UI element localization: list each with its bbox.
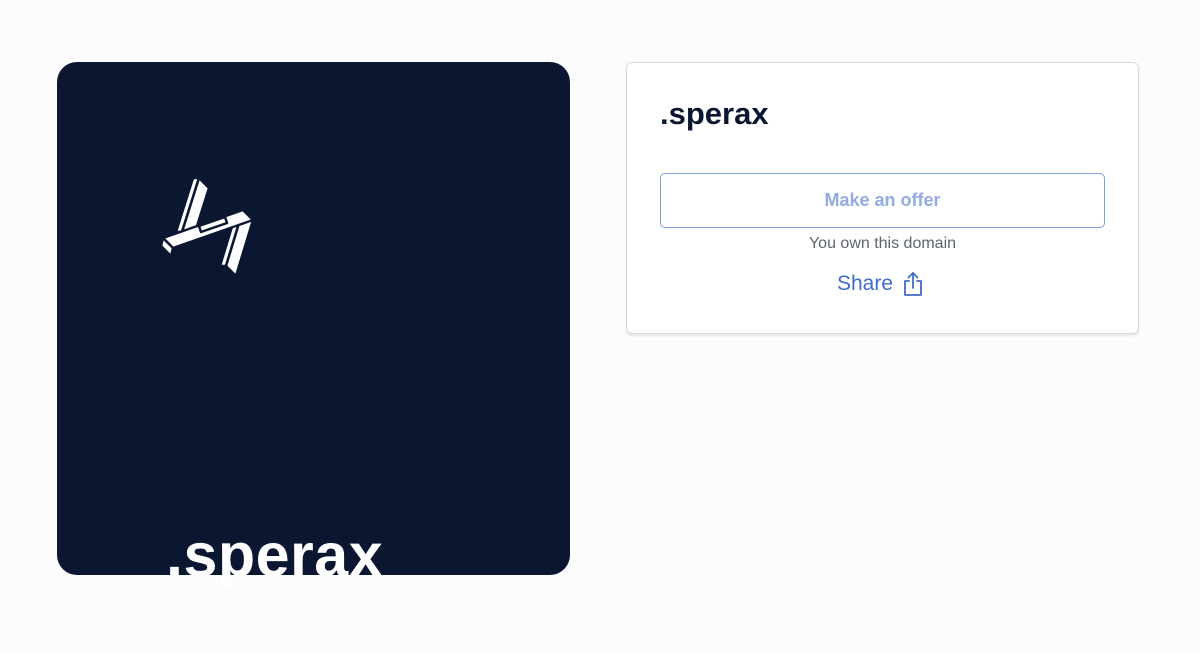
share-icon	[904, 272, 922, 296]
domain-card: .sperax	[57, 62, 570, 589]
share-label: Share	[837, 272, 894, 295]
ownership-note: You own this domain	[808, 235, 957, 252]
domain-page: .sperax .sperax Make an offer You own th…	[0, 0, 1200, 653]
domain-title: .sperax	[660, 96, 769, 131]
card-domain-name: .sperax	[166, 521, 384, 589]
share-button[interactable]: Share	[837, 268, 924, 300]
sperax-logo-icon	[159, 176, 255, 278]
make-offer-button[interactable]: Make an offer	[660, 173, 1105, 228]
offer-panel: .sperax Make an offer You own this domai…	[626, 62, 1139, 334]
